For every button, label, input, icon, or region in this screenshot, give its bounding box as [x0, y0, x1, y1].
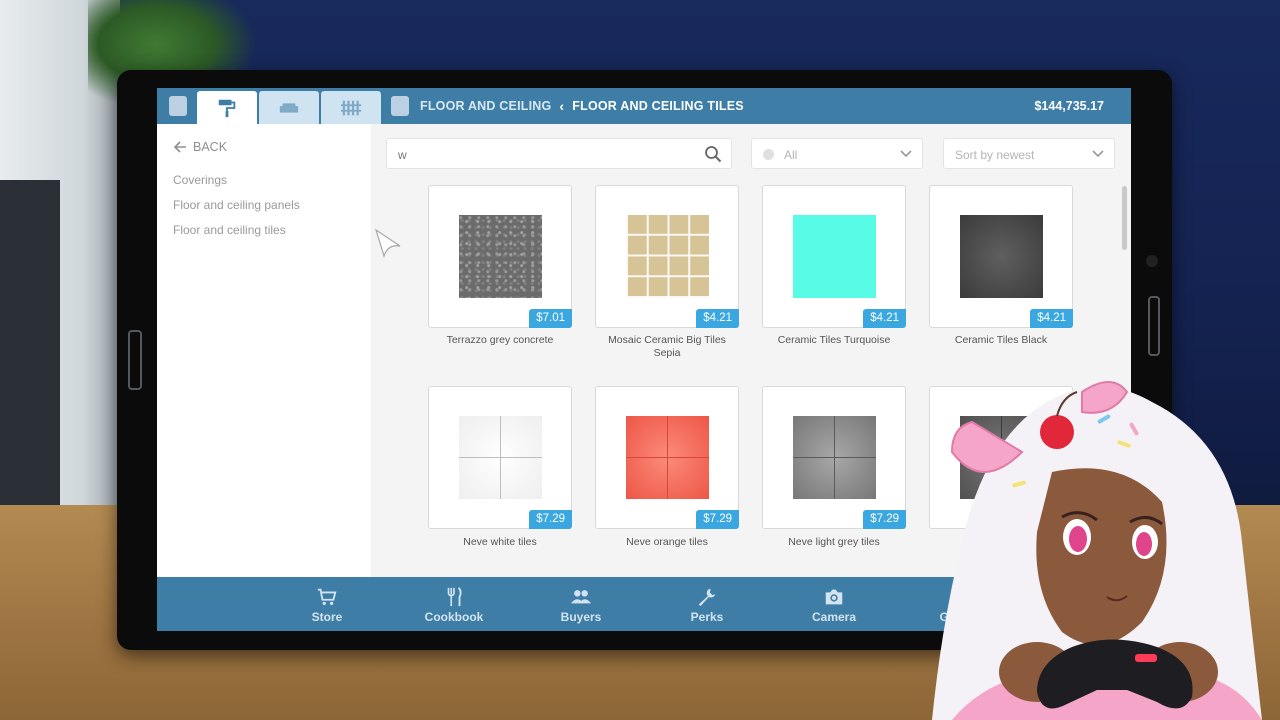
tablet-camera — [1146, 255, 1158, 267]
nav-camera-label: Camera — [811, 610, 857, 624]
product-name: Neve white tiles — [463, 536, 537, 548]
product-swatch — [960, 215, 1043, 298]
nav-cookbook[interactable]: Cookbook — [399, 577, 509, 631]
product-scrollbar[interactable] — [1122, 186, 1127, 250]
sort-select-value: Sort by newest — [955, 148, 1035, 162]
paint-roller-icon — [218, 99, 236, 117]
nav-buyers-label: Buyers — [560, 610, 602, 624]
product-swatch — [626, 416, 709, 499]
product-name: Ceramic Tiles Turquoise — [777, 334, 891, 346]
back-label: BACK — [193, 140, 228, 154]
sidebar-item-tiles[interactable]: Floor and ceiling tiles — [173, 223, 286, 237]
product-name: Neve light grey tiles — [788, 536, 880, 548]
tab-furniture[interactable] — [259, 91, 319, 124]
tab-paint[interactable] — [197, 91, 257, 124]
right-handle[interactable] — [391, 96, 409, 116]
price-badge: $4.21 — [1030, 309, 1073, 328]
price-badge: $7.29 — [529, 510, 572, 529]
color-dot-icon — [763, 149, 774, 160]
product-card[interactable]: $7.01 — [428, 185, 572, 328]
search-icon[interactable] — [704, 145, 722, 163]
sofa-icon — [279, 102, 299, 113]
mouse-cursor-icon — [374, 228, 401, 258]
price-badge: $4.21 — [863, 309, 906, 328]
breadcrumb-parent[interactable]: FLOOR AND CEILING — [420, 99, 551, 113]
price-badge: $7.29 — [863, 510, 906, 529]
nav-perks[interactable]: Perks — [652, 577, 762, 631]
product-swatch — [459, 215, 542, 298]
product-name: Terrazzo grey concrete — [446, 334, 554, 346]
product-card[interactable]: $7.29 — [428, 386, 572, 529]
breadcrumb: FLOOR AND CEILING ‹ FLOOR AND CEILING TI… — [420, 88, 744, 124]
product-swatch — [793, 416, 876, 499]
streamer-avatar-overlay — [932, 381, 1262, 720]
tablet-side-button-right — [1148, 296, 1160, 356]
people-icon — [570, 590, 592, 604]
arrow-left-icon — [174, 141, 186, 153]
product-swatch — [459, 416, 542, 499]
nav-cookbook-label: Cookbook — [424, 610, 484, 624]
cart-icon — [317, 588, 337, 606]
price-badge: $7.01 — [529, 309, 572, 328]
product-swatch — [793, 215, 876, 298]
category-sidebar: BACK Coverings Floor and ceiling panels … — [157, 124, 371, 577]
product-swatch — [626, 215, 709, 298]
price-badge: $7.29 — [696, 510, 739, 529]
chevron-down-icon — [900, 150, 912, 158]
app-header: FLOOR AND CEILING ‹ FLOOR AND CEILING TI… — [157, 88, 1131, 124]
breadcrumb-separator: ‹ — [559, 98, 565, 114]
back-button[interactable]: BACK — [174, 140, 227, 154]
nav-buyers[interactable]: Buyers — [526, 577, 636, 631]
search-value: w — [398, 148, 407, 162]
cutlery-icon — [447, 587, 462, 607]
nav-perks-label: Perks — [690, 610, 724, 624]
breadcrumb-current: FLOOR AND CEILING TILES — [572, 99, 744, 113]
product-card[interactable]: $4.21 — [762, 185, 906, 328]
left-handle[interactable] — [169, 96, 187, 116]
product-name: Ceramic Tiles Black — [954, 334, 1048, 346]
price-badge: $4.21 — [696, 309, 739, 328]
background-shelf — [0, 180, 60, 510]
search-input[interactable]: w — [386, 138, 732, 169]
money-balance: $144,735.17 — [1034, 99, 1104, 113]
sidebar-item-panels[interactable]: Floor and ceiling panels — [173, 198, 300, 212]
sort-select[interactable]: Sort by newest — [943, 138, 1115, 169]
nav-store-label: Store — [311, 610, 343, 624]
fence-icon — [340, 100, 362, 115]
product-card[interactable]: $4.21 — [929, 185, 1073, 328]
wrench-icon — [698, 588, 716, 607]
tablet-side-button — [128, 330, 142, 390]
category-select-value: All — [784, 148, 798, 162]
chevron-down-icon — [1092, 150, 1104, 158]
product-card[interactable]: $4.21 — [595, 185, 739, 328]
category-select[interactable]: All — [751, 138, 923, 169]
product-card[interactable]: $7.29 — [595, 386, 739, 529]
nav-store[interactable]: Store — [272, 577, 382, 631]
camera-icon — [825, 589, 843, 605]
tab-fences[interactable] — [321, 91, 381, 124]
nav-camera[interactable]: Camera — [779, 577, 889, 631]
sidebar-item-coverings[interactable]: Coverings — [173, 173, 227, 187]
product-name: Neve orange tiles — [626, 536, 708, 548]
product-name: Mosaic Ceramic Big Tiles Sepia — [608, 334, 726, 359]
product-card[interactable]: $7.29 — [762, 386, 906, 529]
